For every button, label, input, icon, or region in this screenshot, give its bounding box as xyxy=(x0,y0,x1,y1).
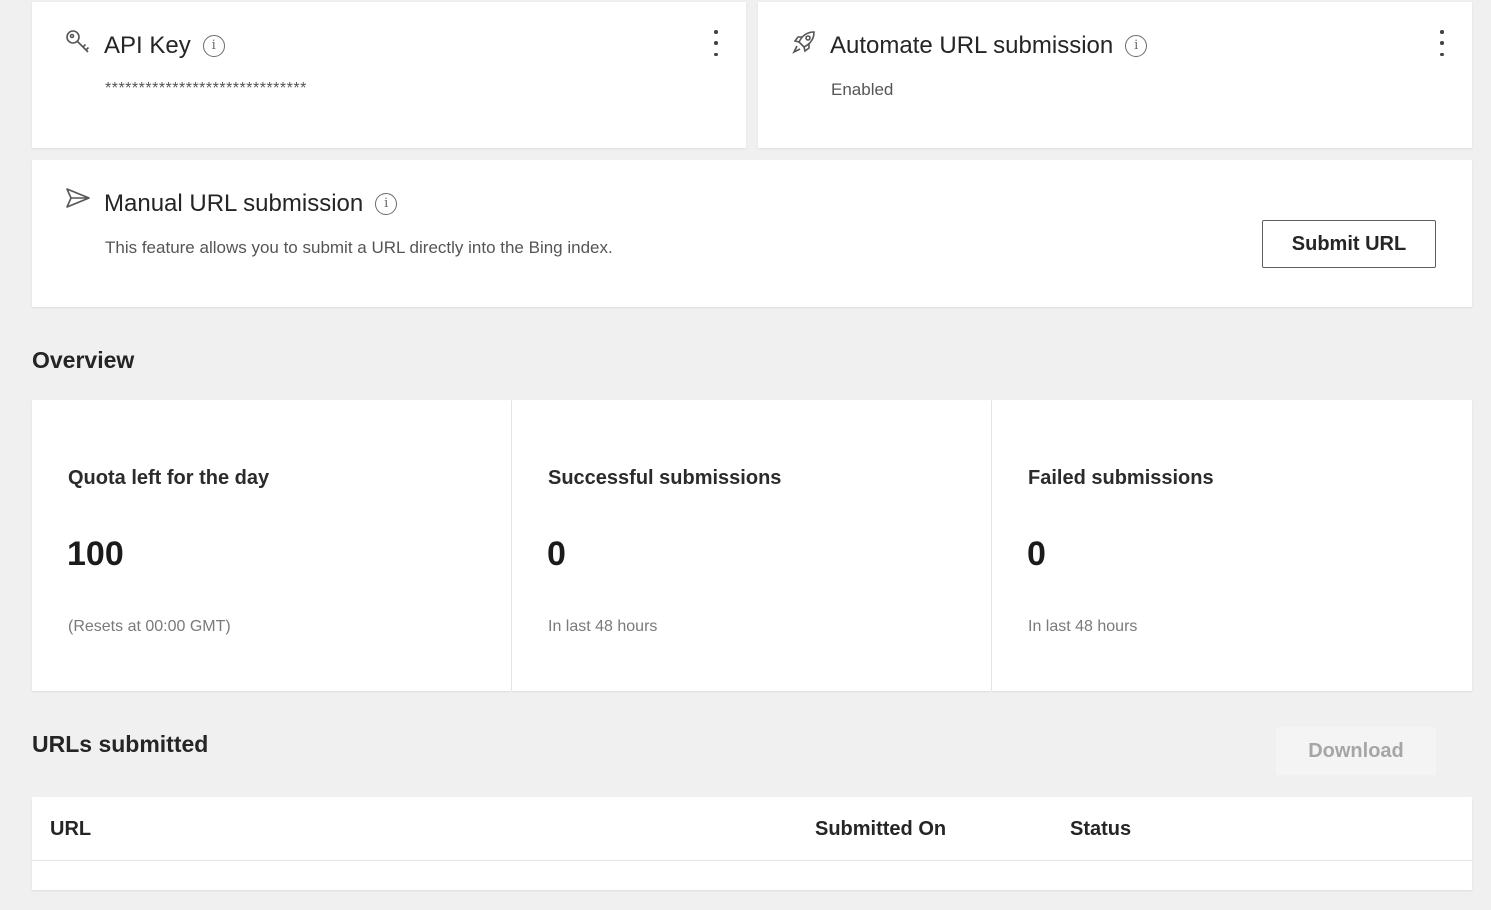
column-header-url[interactable]: URL xyxy=(50,818,91,841)
automate-title-text: Automate URL submission xyxy=(830,32,1114,59)
automate-more-icon[interactable] xyxy=(1436,30,1448,56)
stat-value: 100 xyxy=(67,535,124,573)
urls-table: URL Submitted On Status xyxy=(32,797,1472,890)
api-key-title-text: API Key xyxy=(104,32,191,59)
urls-submitted-title: URLs submitted xyxy=(32,731,209,757)
overview-title: Overview xyxy=(32,347,135,373)
key-icon xyxy=(66,30,90,53)
manual-description: This feature allows you to submit a URL … xyxy=(105,238,613,257)
stat-note: (Resets at 00:00 GMT) xyxy=(68,618,231,635)
send-icon xyxy=(66,188,90,208)
automate-status: Enabled xyxy=(831,80,894,99)
stat-note: In last 48 hours xyxy=(548,618,658,635)
stat-value: 0 xyxy=(547,535,566,573)
stat-label: Successful submissions xyxy=(548,467,782,489)
submit-url-button[interactable]: Submit URL xyxy=(1262,220,1436,268)
manual-title: Manual URL submission i xyxy=(66,188,398,218)
stat-card-successful: Successful submissions 0 In last 48 hour… xyxy=(512,400,991,691)
column-header-submitted-on[interactable]: Submitted On xyxy=(815,818,946,841)
automate-card: Automate URL submission i Enabled xyxy=(758,2,1472,148)
stat-card-failed: Failed submissions 0 In last 48 hours xyxy=(992,400,1472,691)
automate-title: Automate URL submission i xyxy=(792,31,1148,60)
info-icon[interactable]: i xyxy=(1125,35,1148,57)
manual-title-text: Manual URL submission xyxy=(104,190,364,217)
api-key-title: API Key i xyxy=(66,30,225,60)
stat-label: Failed submissions xyxy=(1028,467,1214,489)
table-header: URL Submitted On Status xyxy=(32,797,1472,861)
download-button[interactable]: Download xyxy=(1276,727,1436,775)
stat-value: 0 xyxy=(1027,535,1046,573)
stat-note: In last 48 hours xyxy=(1028,618,1138,635)
column-header-status[interactable]: Status xyxy=(1070,818,1131,841)
api-key-value: ****************************** xyxy=(105,80,307,97)
stat-card-quota: Quota left for the day 100 (Resets at 00… xyxy=(32,400,511,691)
api-key-more-icon[interactable] xyxy=(710,30,722,56)
rocket-icon xyxy=(792,31,815,54)
info-icon[interactable]: i xyxy=(375,193,398,215)
manual-card: Manual URL submission i This feature all… xyxy=(32,160,1472,307)
stat-label: Quota left for the day xyxy=(68,467,270,489)
api-key-card: API Key i ****************************** xyxy=(32,2,746,148)
info-icon[interactable]: i xyxy=(202,35,225,57)
